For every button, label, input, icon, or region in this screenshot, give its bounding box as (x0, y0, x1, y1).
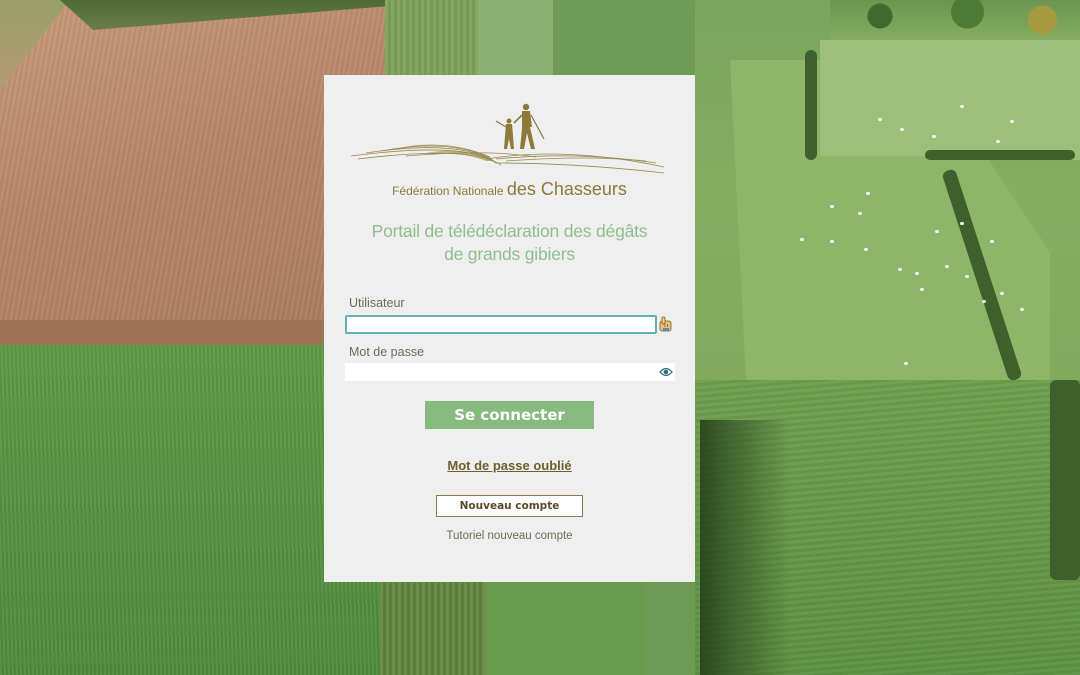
sheep (904, 362, 908, 365)
crop-strip-bottom (380, 582, 485, 675)
grass-strip (478, 0, 553, 80)
sheep (960, 105, 964, 108)
hedgerow (1050, 380, 1080, 580)
forgot-password-link[interactable]: Mot de passe oublié (324, 458, 695, 473)
grass-strip-bottom (485, 582, 645, 675)
login-panel: Fédération Nationale des Chasseurs Porta… (324, 75, 695, 582)
sheep (920, 288, 924, 291)
portal-title-line1: Portail de télédéclaration des dégâts (371, 221, 648, 241)
sheep (996, 140, 1000, 143)
sheep (800, 238, 804, 241)
pointing-hand-icon[interactable] (659, 316, 673, 332)
password-input[interactable] (345, 363, 675, 381)
sheep (935, 230, 939, 233)
portal-title-line2: de grands gibiers (444, 244, 575, 264)
federation-name-prefix: Fédération Nationale (392, 184, 504, 198)
sheep (830, 205, 834, 208)
federation-name-main: des Chasseurs (506, 179, 627, 199)
sheep (898, 268, 902, 271)
hedgerow (805, 50, 817, 160)
sheep (878, 118, 882, 121)
pasture-upper (820, 40, 1080, 160)
tutorial-link[interactable]: Tutoriel nouveau compte (324, 530, 695, 542)
sheep (960, 222, 964, 225)
sheep (864, 248, 868, 251)
sheep (858, 212, 862, 215)
sheep (945, 265, 949, 268)
eye-icon[interactable] (659, 366, 673, 378)
hedgerow (925, 150, 1075, 160)
new-account-button[interactable]: Nouveau compte (436, 495, 583, 517)
tree-line (830, 0, 1080, 40)
sheep (990, 240, 994, 243)
sheep (866, 192, 870, 195)
green-crop-field (0, 345, 380, 675)
sheep (932, 135, 936, 138)
username-label: Utilisateur (349, 296, 405, 310)
sheep (915, 272, 919, 275)
portal-title: Portail de télédéclaration des dégâts de… (324, 220, 695, 266)
username-input[interactable] (345, 315, 657, 334)
sheep (1010, 120, 1014, 123)
sheep (830, 240, 834, 243)
crop-strip (385, 0, 480, 80)
login-button[interactable]: Se connecter (425, 401, 594, 429)
password-label: Mot de passe (349, 345, 425, 359)
sheep (1020, 308, 1024, 311)
sheep (982, 300, 986, 303)
sheep (965, 275, 969, 278)
tree-shadow (700, 420, 790, 675)
sheep (1000, 292, 1004, 295)
sheep (900, 128, 904, 131)
federation-name: Fédération Nationale des Chasseurs (324, 179, 695, 200)
